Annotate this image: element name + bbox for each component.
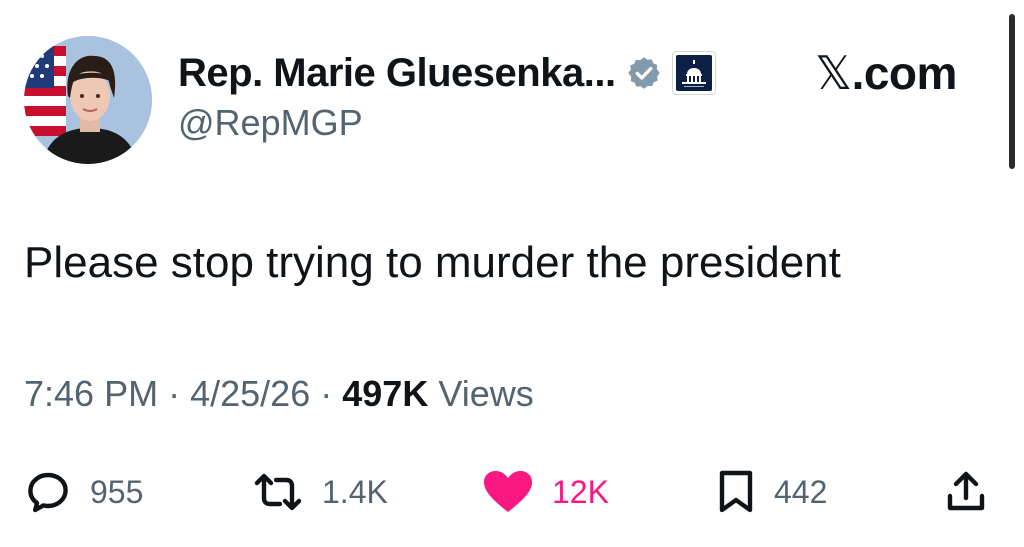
share-button[interactable] xyxy=(944,464,988,520)
share-upload-icon xyxy=(944,468,988,516)
reply-count: 955 xyxy=(90,473,144,510)
meta-separator: · xyxy=(320,373,333,414)
repost-button[interactable]: 1.4K xyxy=(252,464,388,520)
meta-separator: · xyxy=(168,373,181,414)
x-com-suffix: .com xyxy=(851,47,958,99)
heart-icon xyxy=(482,468,534,516)
tweet-action-bar: 955 1.4K 12K 442 xyxy=(0,464,1024,520)
capitol-building-icon xyxy=(671,51,716,95)
author-name-row[interactable]: Rep. Marie Gluesenka... xyxy=(178,48,716,98)
reply-bubble-icon xyxy=(24,468,72,516)
avatar-image xyxy=(24,36,152,164)
views-label: Views xyxy=(438,373,534,414)
views-count: 497K xyxy=(342,373,429,414)
like-count: 12K xyxy=(552,473,609,510)
tweet-meta: 7:46 PM · 4/25/26 · 497K Views xyxy=(24,373,534,415)
reply-button[interactable]: 955 xyxy=(24,464,143,520)
like-button[interactable]: 12K xyxy=(482,464,609,520)
author-handle[interactable]: @RepMGP xyxy=(178,102,363,144)
x-com-label: 𝕏.com xyxy=(815,46,957,100)
scroll-indicator[interactable] xyxy=(1009,14,1015,169)
tweet-date[interactable]: 4/25/26 xyxy=(190,373,310,414)
bookmark-button[interactable]: 442 xyxy=(716,464,827,520)
verified-badge-icon xyxy=(626,55,662,91)
tweet-time[interactable]: 7:46 PM xyxy=(24,373,158,414)
repost-arrows-icon xyxy=(252,468,304,516)
avatar[interactable] xyxy=(24,36,152,164)
bookmark-count: 442 xyxy=(774,473,828,510)
tweet-text: Please stop trying to murder the preside… xyxy=(24,238,841,287)
x-logo-mark: 𝕏 xyxy=(815,47,852,99)
repost-count: 1.4K xyxy=(322,473,388,510)
author-display-name[interactable]: Rep. Marie Gluesenka... xyxy=(178,51,616,96)
bookmark-icon xyxy=(716,468,756,516)
